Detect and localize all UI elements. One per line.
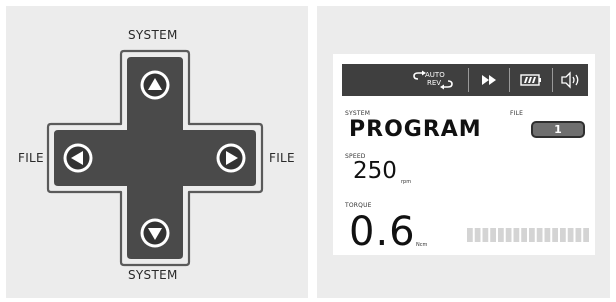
dpad-panel: SYSTEM SYSTEM FILE FILE xyxy=(6,6,308,298)
battery-icon xyxy=(511,64,551,96)
dpad-left-button[interactable] xyxy=(63,143,93,173)
speed-unit: rpm xyxy=(401,179,412,185)
system-label: SYSTEM xyxy=(345,110,371,117)
system-value: PROGRAM xyxy=(349,117,482,142)
torque-value: 0.6 xyxy=(349,209,416,255)
torque-bar-segment xyxy=(544,228,551,242)
dpad xyxy=(46,49,264,267)
torque-bar-segment xyxy=(552,228,558,242)
torque-bar-segment xyxy=(505,228,512,242)
torque-bar-segment xyxy=(474,228,481,242)
torque-label: TORQUE xyxy=(345,202,372,209)
display-panel: AUTO REV SYSTEM PROGRAM FILE 1 SPEED 250… xyxy=(317,6,610,298)
torque-bar-segment xyxy=(498,228,504,242)
status-toolbar: AUTO REV xyxy=(342,64,588,96)
torque-bar-segment xyxy=(536,228,543,242)
torque-bar-segment xyxy=(521,228,527,242)
torque-bar-segment xyxy=(490,228,496,242)
fast-forward-icon[interactable] xyxy=(470,64,508,96)
torque-bar-segment xyxy=(567,228,574,242)
torque-bar-segment xyxy=(482,228,489,242)
speed-value: 250 xyxy=(353,158,397,184)
torque-bar-segment xyxy=(583,228,589,242)
torque-bar-segment xyxy=(560,228,566,242)
torque-bar-segment xyxy=(529,228,535,242)
auto-label: AUTO xyxy=(425,71,445,79)
torque-bar-segment xyxy=(575,228,582,242)
file-label: FILE xyxy=(510,110,524,117)
torque-unit: Ncm xyxy=(416,242,428,248)
auto-reverse-icon[interactable]: AUTO REV xyxy=(404,64,464,96)
torque-bar-segment xyxy=(513,228,520,242)
lcd-screen: AUTO REV SYSTEM PROGRAM FILE 1 SPEED 250… xyxy=(333,54,595,255)
torque-bar-segment xyxy=(467,228,473,242)
rev-label: REV xyxy=(427,79,442,87)
speaker-icon[interactable] xyxy=(554,64,588,96)
dpad-up-button[interactable] xyxy=(140,70,170,100)
dpad-right-button[interactable] xyxy=(216,143,246,173)
dpad-down-button[interactable] xyxy=(140,218,170,248)
torque-level-bar xyxy=(467,228,589,242)
file-value-box[interactable]: 1 xyxy=(531,121,585,138)
